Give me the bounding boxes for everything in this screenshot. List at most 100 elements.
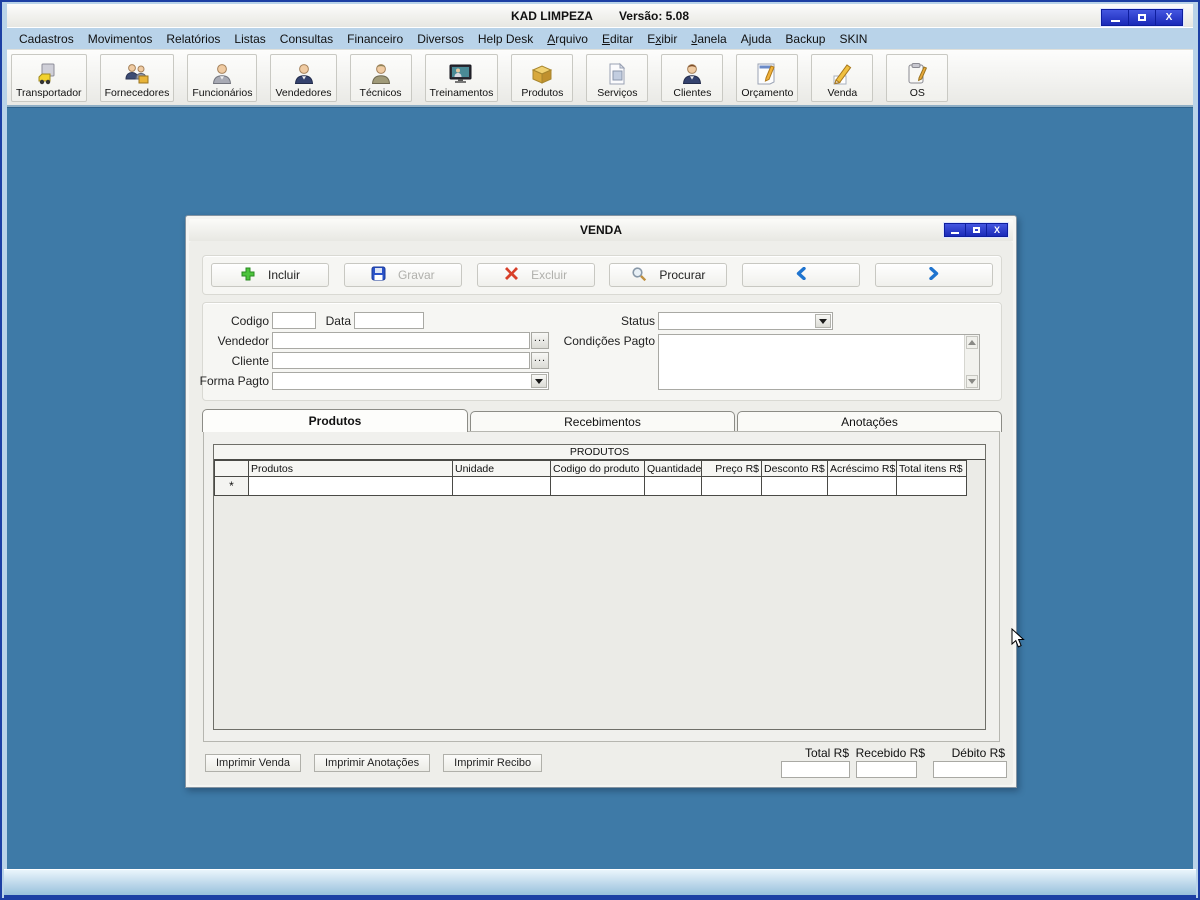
seller-icon — [291, 61, 317, 87]
main-toolbar: Transportador Fornecedores Funcionários … — [7, 50, 1193, 107]
venda-close-button[interactable]: X — [987, 224, 1007, 236]
venda-form-panel: Codigo Data Vendedor ... Cliente ... For… — [200, 302, 1002, 401]
menu-item-backup[interactable]: Backup — [778, 29, 832, 49]
grid-cell[interactable] — [701, 476, 762, 496]
venda-minimize-button[interactable] — [945, 224, 965, 236]
venda-title: VENDA — [579, 223, 622, 237]
excluir-button[interactable]: Excluir — [476, 263, 595, 287]
toolbar-button-os[interactable]: OS — [886, 53, 949, 102]
grid-cell[interactable] — [644, 476, 702, 496]
toolbar-button-transportador[interactable]: Transportador — [11, 53, 87, 102]
menu-item-financeiro[interactable]: Financeiro — [340, 29, 410, 49]
toolbar-button-label: Fornecedores — [104, 86, 170, 99]
forma-pagto-select[interactable] — [272, 372, 549, 390]
recebido-field[interactable] — [856, 761, 917, 778]
menu-item-relatorios[interactable]: Relatórios — [159, 29, 227, 49]
minimize-button[interactable] — [1102, 10, 1128, 25]
venda-actions-panel: Incluir Gravar Excluir Procurar — [202, 255, 1002, 295]
cliente-field[interactable] — [272, 352, 530, 369]
training-monitor-icon — [447, 61, 475, 87]
condicoes-pagto-field[interactable] — [658, 334, 980, 390]
memo-scrollbar[interactable] — [964, 335, 979, 389]
grid-column-header: Acréscimo R$ — [827, 460, 897, 477]
application-window: KAD LIMPEZA Versão: 5.08 X Cadastros Mov… — [0, 0, 1200, 900]
venda-titlebar[interactable]: VENDA X — [189, 219, 1013, 241]
grid-cell[interactable] — [827, 476, 897, 496]
menu-item-janela[interactable]: Janela — [684, 29, 733, 49]
imprimir-anotacoes-button[interactable]: Imprimir Anotações — [313, 754, 431, 772]
tab-recebimentos[interactable]: Recebimentos — [470, 411, 735, 432]
menu-item-consultas[interactable]: Consultas — [273, 29, 340, 49]
maximize-icon — [1138, 14, 1146, 21]
menu-item-arquivo[interactable]: Arquivo — [540, 29, 595, 49]
toolbar-button-label: Técnicos — [359, 86, 402, 99]
toolbar-button-fornecedores[interactable]: Fornecedores — [99, 53, 175, 102]
vendedor-field[interactable] — [272, 332, 530, 349]
grid-cell[interactable] — [248, 476, 453, 496]
menu-item-skin[interactable]: SKIN — [832, 29, 874, 49]
codigo-field[interactable] — [272, 312, 316, 329]
toolbar-button-funcionarios[interactable]: Funcionários — [187, 53, 258, 102]
tab-recebimentos-label: Recebimentos — [564, 415, 641, 429]
menu-item-editar[interactable]: Editar — [595, 29, 640, 49]
next-record-button[interactable] — [874, 263, 993, 287]
incluir-button[interactable]: Incluir — [211, 263, 329, 287]
debito-label: Débito R$ — [951, 746, 1005, 760]
grid-cell[interactable] — [896, 476, 967, 496]
menu-item-exibir[interactable]: Exibir — [640, 29, 684, 49]
toolbar-button-clientes[interactable]: Clientes — [661, 53, 724, 102]
menu-item-listas[interactable]: Listas — [227, 29, 272, 49]
tab-produtos[interactable]: Produtos — [202, 409, 468, 432]
venda-window: VENDA X Incluir Gravar Excluir Procurar … — [185, 215, 1017, 788]
data-field[interactable] — [354, 312, 424, 329]
codigo-label: Codigo — [230, 314, 269, 328]
procurar-button[interactable]: Procurar — [609, 263, 728, 287]
mdi-workspace: VENDA X Incluir Gravar Excluir Procurar … — [7, 107, 1193, 869]
close-button[interactable]: X — [1156, 10, 1182, 25]
debito-field[interactable] — [933, 761, 1007, 778]
scroll-down-icon[interactable] — [966, 375, 978, 388]
tab-anotacoes[interactable]: Anotações — [737, 411, 1002, 432]
grid-cell[interactable] — [550, 476, 645, 496]
menubar: Cadastros Movimentos Relatórios Listas C… — [7, 27, 1193, 50]
grid-column-header: Total itens R$ — [896, 460, 967, 477]
toolbar-button-produtos[interactable]: Produtos — [511, 53, 574, 102]
chevron-down-icon[interactable] — [531, 374, 547, 388]
condicoes-pagto-label: Condições Pagto — [563, 334, 655, 348]
gravar-button[interactable]: Gravar — [343, 263, 462, 287]
cliente-lookup-button[interactable]: ... — [531, 352, 549, 369]
imprimir-venda-button[interactable]: Imprimir Venda — [205, 754, 301, 772]
total-field[interactable] — [781, 761, 850, 778]
delete-x-icon — [504, 266, 519, 284]
main-window-controls: X — [1100, 8, 1184, 27]
venda-body: Incluir Gravar Excluir Procurar Codigo D… — [189, 241, 1013, 785]
menu-item-help-desk[interactable]: Help Desk — [471, 29, 540, 49]
menu-item-movimentos[interactable]: Movimentos — [81, 29, 160, 49]
grid-title: PRODUTOS — [214, 445, 985, 460]
toolbar-button-vendedores[interactable]: Vendedores — [270, 53, 337, 102]
toolbar-button-treinamentos[interactable]: Treinamentos — [424, 53, 499, 102]
truck-icon — [36, 61, 62, 87]
maximize-icon — [972, 227, 980, 233]
menu-item-ajuda[interactable]: Ajuda — [734, 29, 779, 49]
toolbar-button-orcamento[interactable]: Orçamento — [736, 53, 799, 102]
toolbar-button-tecnicos[interactable]: Técnicos — [349, 53, 412, 102]
venda-maximize-button[interactable] — [966, 224, 986, 236]
minimize-icon — [1110, 19, 1120, 22]
previous-record-button[interactable] — [742, 263, 861, 287]
toolbar-button-servicos[interactable]: Serviços — [586, 53, 649, 102]
chevron-left-icon — [795, 266, 807, 283]
tab-produtos-label: Produtos — [308, 414, 362, 428]
toolbar-button-venda[interactable]: Venda — [811, 53, 874, 102]
imprimir-recibo-button[interactable]: Imprimir Recibo — [443, 754, 543, 772]
menu-item-cadastros[interactable]: Cadastros — [12, 29, 81, 49]
chevron-down-icon[interactable] — [815, 314, 831, 328]
menu-item-diversos[interactable]: Diversos — [410, 29, 471, 49]
scroll-up-icon[interactable] — [966, 336, 978, 349]
toolbar-button-label: Produtos — [521, 86, 564, 99]
os-clipboard-pencil-icon — [905, 61, 929, 87]
status-select[interactable] — [658, 312, 833, 330]
grid-cell[interactable] — [452, 476, 551, 496]
grid-cell[interactable] — [761, 476, 828, 496]
maximize-button[interactable] — [1129, 10, 1155, 25]
